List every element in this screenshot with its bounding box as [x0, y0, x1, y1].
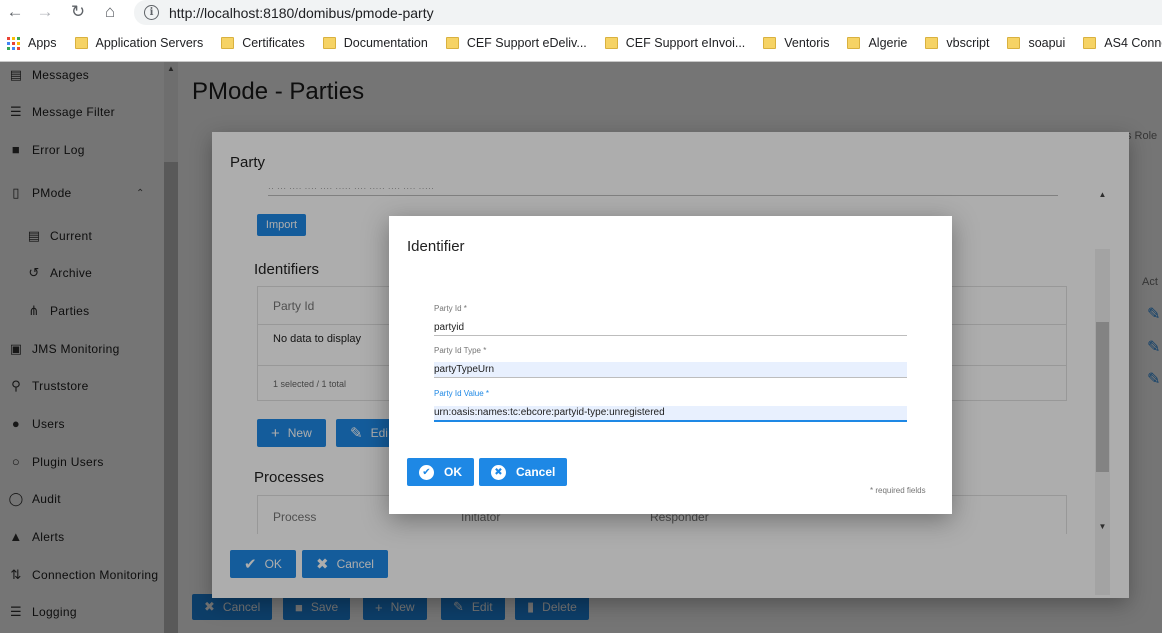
- folder-icon: [74, 37, 88, 49]
- identifier-dialog: Identifier Party Id * Party Id Type * Pa…: [389, 216, 952, 514]
- bookmark-folder[interactable]: Certificates: [221, 36, 305, 50]
- back-icon[interactable]: ←: [3, 0, 27, 24]
- party-id-type-label: Party Id Type *: [434, 346, 487, 355]
- party-id-value-label: Party Id Value *: [434, 389, 489, 398]
- party-id-type-field: Party Id Type *: [434, 346, 907, 378]
- page: ▤ Messages ☰ Message Filter ■ Error Log ▯ PM…: [0, 62, 1162, 633]
- reload-icon[interactable]: ↻: [66, 0, 90, 24]
- folder-icon: [763, 37, 777, 49]
- close-icon: ✖: [491, 464, 506, 480]
- url-text: http://localhost:8180/domibus/pmode-part…: [169, 4, 434, 21]
- bookmark-folder[interactable]: AS4 Connectivit: [1083, 36, 1162, 50]
- identifier-ok-button[interactable]: ✔ OK: [407, 458, 474, 486]
- party-id-input[interactable]: [434, 320, 907, 336]
- bookmarks-bar: Apps Application Servers Certificates Do…: [0, 29, 1162, 57]
- folder-icon: [925, 37, 939, 49]
- browser-toolbar: ← → ↻ ⌂ i http://localhost:8180/domibus/…: [0, 0, 1162, 25]
- info-icon[interactable]: i: [144, 5, 159, 20]
- party-id-field: Party Id *: [434, 304, 907, 336]
- folder-icon: [1007, 37, 1021, 49]
- party-id-value-input[interactable]: [434, 405, 907, 422]
- folder-icon: [445, 37, 459, 49]
- bookmark-folder[interactable]: vbscript: [925, 36, 989, 50]
- party-id-label: Party Id *: [434, 304, 467, 313]
- bookmark-folder[interactable]: soapui: [1007, 36, 1065, 50]
- folder-icon: [1083, 37, 1097, 49]
- home-icon[interactable]: ⌂: [98, 0, 122, 24]
- bookmark-folder[interactable]: Application Servers: [74, 36, 203, 50]
- address-bar[interactable]: i http://localhost:8180/domibus/pmode-pa…: [134, 0, 1162, 25]
- bookmark-folder[interactable]: CEF Support eDeliv...: [445, 36, 587, 50]
- folder-icon: [604, 37, 618, 49]
- folder-icon: [221, 37, 235, 49]
- check-icon: ✔: [419, 464, 434, 480]
- folder-icon: [322, 37, 336, 49]
- bookmark-folder[interactable]: CEF Support eInvoi...: [604, 36, 745, 50]
- required-fields-note: * required fields: [870, 486, 926, 495]
- identifier-cancel-button[interactable]: ✖ Cancel: [479, 458, 568, 486]
- folder-icon: [847, 37, 861, 49]
- forward-icon[interactable]: →: [33, 0, 57, 24]
- bookmark-folder[interactable]: Documentation: [322, 36, 428, 50]
- party-id-value-field: Party Id Value *: [434, 389, 907, 422]
- apps-icon: [7, 36, 20, 50]
- bookmark-folder[interactable]: Algerie: [847, 36, 907, 50]
- identifier-dialog-title: Identifier: [407, 238, 465, 255]
- bookmark-folder[interactable]: Ventoris: [763, 36, 829, 50]
- party-id-type-input[interactable]: [434, 362, 907, 378]
- bookmark-apps[interactable]: Apps: [7, 36, 57, 50]
